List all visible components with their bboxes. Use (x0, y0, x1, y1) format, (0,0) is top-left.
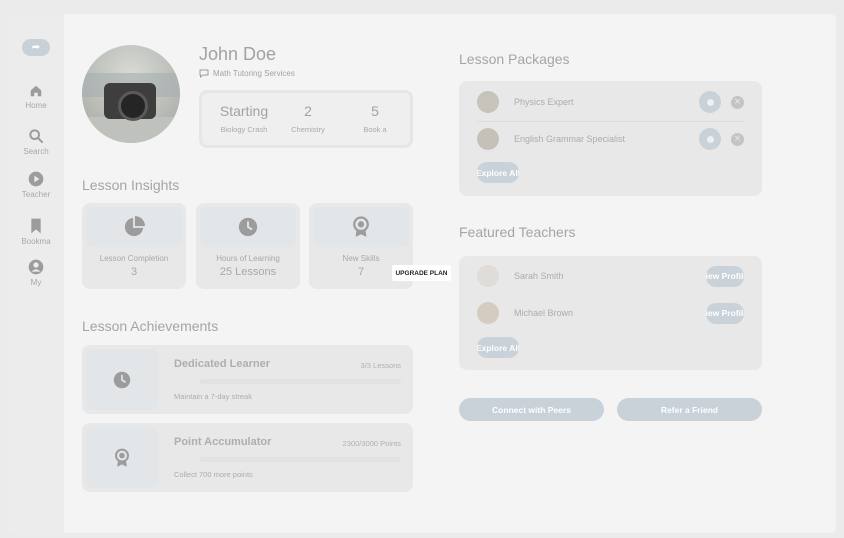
explore-all-button[interactable]: Explore All (477, 337, 519, 358)
pie-chart-icon (124, 216, 145, 237)
sidebar-item-bookmarks[interactable]: Bookma (8, 218, 64, 246)
avatar (477, 128, 499, 150)
achievement-description: Maintain a 7-day streak (174, 392, 252, 401)
connect-with-peers-button[interactable]: Connect with Peers (459, 398, 604, 421)
insight-label: Hours of Learning (216, 254, 280, 263)
search-icon (29, 129, 43, 143)
close-icon[interactable]: × (731, 95, 744, 109)
award-icon (353, 216, 369, 237)
view-profile-label: View Profile (706, 271, 744, 281)
upgrade-plan-tooltip[interactable]: UPGRADE PLAN (392, 265, 451, 281)
insight-value: 25 Lessons (219, 266, 277, 278)
refer-a-friend-button[interactable]: Refer a Friend (617, 398, 762, 421)
stat-label: Chemistry (291, 125, 325, 134)
achievement-progress-bar (200, 379, 401, 384)
insights-title: Lesson Insights (82, 177, 180, 193)
clock-icon (238, 217, 258, 237)
reply-icon: ➦ (31, 41, 41, 53)
achievement-description: Collect 700 more points (174, 470, 253, 479)
achievement-progress-text: 2300/3000 Points (342, 439, 401, 448)
teacher-name: Sarah Smith (514, 271, 564, 281)
avatar (477, 265, 499, 287)
stat-value: 2 (304, 103, 312, 119)
teachers-panel: Sarah Smith View Profile Michael Brown V… (459, 256, 762, 370)
progress-fill (200, 457, 355, 462)
insight-label: Lesson Completion (99, 254, 169, 263)
teacher-row[interactable]: Michael Brown View Profile (477, 298, 744, 328)
sidebar-item-label: Home (25, 101, 47, 110)
stat-item[interactable]: 2 Chemistry (282, 103, 334, 134)
sidebar-item-search[interactable]: Search (8, 128, 64, 156)
insight-icon-bg (200, 207, 296, 247)
add-button[interactable] (699, 91, 721, 113)
profile-subtitle: Math Tutoring Services (199, 69, 295, 78)
package-row[interactable]: Physics Expert × (477, 87, 744, 117)
view-profile-button[interactable]: View Profile (706, 302, 744, 324)
achievement-icon-bg (86, 349, 158, 410)
app-window: ➦ Home Search Teacher Bookma My John Doe (8, 14, 836, 533)
clock-icon (113, 371, 131, 388)
insight-card-hours-of-learning[interactable]: Hours of Learning 25 Lessons (196, 203, 300, 289)
avatar (477, 91, 499, 113)
achievement-icon-bg (86, 427, 158, 488)
teacher-name: Michael Brown (514, 308, 574, 318)
achievement-card[interactable]: Point Accumulator 2300/3000 Points Colle… (82, 423, 413, 492)
sidebar-item-teacher[interactable]: Teacher (8, 171, 64, 199)
achievement-title: Point Accumulator (174, 436, 272, 448)
stat-item[interactable]: 5 Book a (350, 103, 400, 134)
user-icon (28, 259, 44, 275)
dot-icon (706, 98, 714, 106)
profile-name: John Doe (199, 44, 277, 64)
view-profile-label: View Profile (706, 308, 744, 318)
insight-icon-bg (313, 207, 409, 247)
dot-icon (706, 135, 714, 143)
insight-value: 3 (130, 266, 138, 278)
add-button[interactable] (699, 128, 721, 150)
achievement-progress-text: 3/3 Lessons (360, 361, 401, 370)
sidebar: ➦ Home Search Teacher Bookma My (8, 14, 64, 533)
avatar (477, 302, 499, 324)
achievements-title: Lesson Achievements (82, 318, 219, 334)
close-icon[interactable]: × (731, 132, 744, 146)
package-name: Physics Expert (514, 97, 574, 107)
package-name: English Grammar Specialist (514, 134, 626, 144)
packages-title: Lesson Packages (459, 51, 570, 67)
package-row[interactable]: English Grammar Specialist × (477, 124, 744, 154)
sidebar-item-label: Teacher (21, 190, 51, 199)
sidebar-item-label: Search (23, 147, 49, 156)
award-icon (115, 448, 129, 467)
reply-button[interactable]: ➦ (22, 39, 50, 56)
explore-all-button[interactable]: Explore All (477, 162, 519, 183)
stat-label: Biology Crash (220, 125, 268, 134)
sidebar-item-label: My (30, 278, 42, 287)
insight-card-lesson-completion[interactable]: Lesson Completion 3 (82, 203, 186, 289)
home-icon (30, 85, 42, 97)
sidebar-item-my[interactable]: My (8, 259, 64, 287)
stat-label: Book a (363, 125, 387, 134)
insight-icon-bg (86, 207, 182, 247)
profile-subtitle-text: Math Tutoring Services (213, 69, 295, 78)
view-profile-button[interactable]: View Profile (706, 265, 744, 287)
teachers-title: Featured Teachers (459, 224, 576, 240)
sidebar-item-home[interactable]: Home (8, 84, 64, 110)
bookmark-icon (31, 218, 41, 234)
divider (477, 121, 744, 122)
profile-stats: Starting Biology Crash 2 Chemistry 5 Boo… (199, 90, 413, 148)
stat-item[interactable]: Starting Biology Crash (214, 103, 274, 134)
avatar (82, 45, 180, 143)
insight-label: New Skills (342, 254, 380, 263)
play-icon (28, 171, 44, 187)
teacher-row[interactable]: Sarah Smith View Profile (477, 261, 744, 291)
progress-fill (200, 379, 401, 384)
achievement-title: Dedicated Learner (174, 358, 270, 370)
stat-value: 5 (371, 103, 379, 119)
stat-value: Starting (219, 103, 269, 119)
packages-panel: Physics Expert × English Grammar Special… (459, 81, 762, 196)
achievement-progress-bar (200, 457, 401, 462)
achievement-card[interactable]: Dedicated Learner 3/3 Lessons Maintain a… (82, 345, 413, 414)
chat-icon (199, 69, 209, 78)
sidebar-item-label: Bookma (21, 237, 51, 246)
